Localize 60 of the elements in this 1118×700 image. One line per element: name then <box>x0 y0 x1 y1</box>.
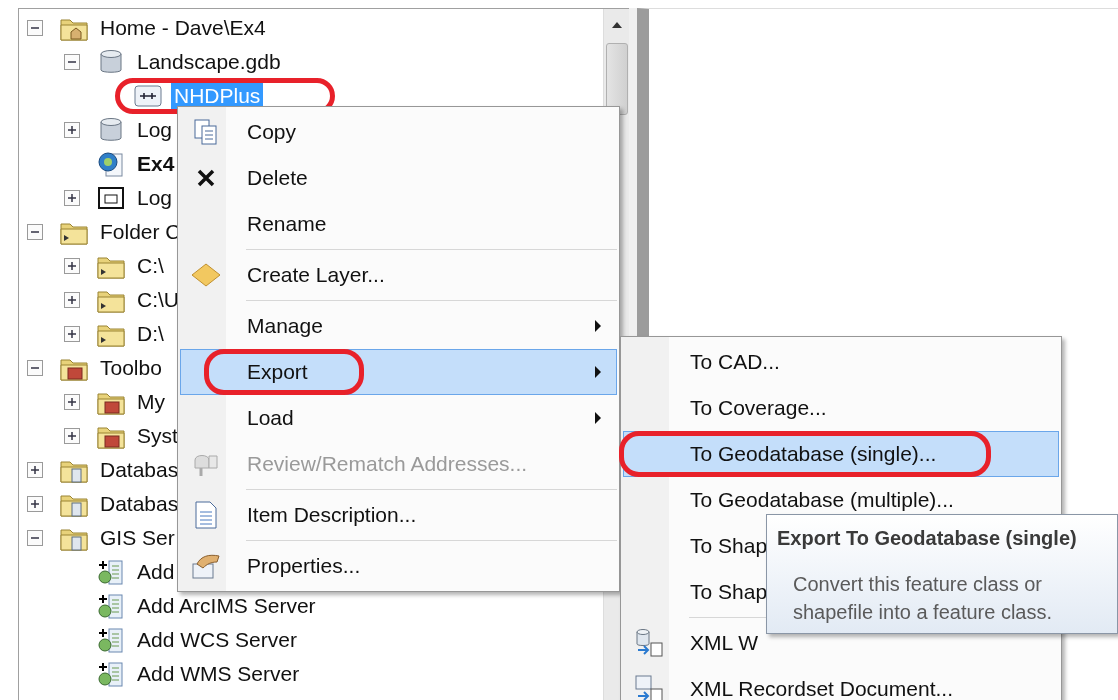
collapse-icon[interactable] <box>27 20 43 36</box>
collapse-icon[interactable] <box>27 530 43 546</box>
window-icon <box>96 184 126 212</box>
menu-item[interactable]: Copy <box>180 109 617 155</box>
menu-item[interactable]: Create Layer... <box>180 252 617 298</box>
tree-item[interactable]: Add ArcIMS Server <box>134 593 319 619</box>
add-server-icon <box>96 660 126 688</box>
tree-item[interactable]: Add <box>134 559 178 585</box>
menu-item[interactable]: To CAD... <box>623 339 1059 385</box>
collapse-icon[interactable] <box>64 54 80 70</box>
copy-icon <box>193 118 219 146</box>
add-server-icon <box>96 592 126 620</box>
diamond-icon <box>191 263 221 287</box>
menu-item[interactable]: Delete <box>180 155 617 201</box>
tree-item[interactable]: Toolbo <box>97 355 165 381</box>
hand-document-icon <box>191 552 221 580</box>
menu-item[interactable]: Properties... <box>180 543 617 589</box>
expand-icon[interactable] <box>64 428 80 444</box>
expand-icon[interactable] <box>27 462 43 478</box>
tree-item[interactable]: D:\ <box>134 321 167 347</box>
expand-icon[interactable] <box>64 394 80 410</box>
tree-item[interactable]: Databas <box>97 491 182 517</box>
tree-item[interactable]: C:\ <box>134 253 167 279</box>
expand-icon[interactable] <box>27 496 43 512</box>
expand-icon[interactable] <box>64 326 80 342</box>
tree-item[interactable]: Log <box>134 117 176 143</box>
tree-item[interactable]: Databas <box>97 457 182 483</box>
delete-icon <box>195 167 217 189</box>
add-server-icon <box>96 626 126 654</box>
tree-item[interactable]: Log <box>134 185 176 211</box>
tree-item[interactable]: GIS Ser <box>97 525 178 551</box>
add-server-icon <box>96 558 126 586</box>
tree-item[interactable]: Home - Dave\Ex4 <box>97 15 269 41</box>
tooltip-title: Export To Geodatabase (single) <box>777 527 1078 550</box>
menu-item[interactable]: Manage <box>180 303 617 349</box>
document-icon <box>194 500 218 530</box>
scrollbar-thumb[interactable] <box>605 43 628 115</box>
tooltip-text: Convert this feature class or shapefile into a feature class. <box>793 572 1054 625</box>
menu-item[interactable]: Export <box>180 349 617 395</box>
line-feature-icon <box>133 82 163 110</box>
tree-item[interactable]: Landscape.gdb <box>134 49 284 75</box>
tree-item[interactable]: Syst <box>134 423 181 449</box>
menu-item[interactable]: Load <box>180 395 617 441</box>
menu-item[interactable]: Item Description... <box>180 492 617 538</box>
menu-item[interactable]: To Coverage... <box>623 385 1059 431</box>
scroll-up-icon[interactable] <box>610 21 623 29</box>
tree-item[interactable]: Add WCS Server <box>134 627 300 653</box>
expand-icon[interactable] <box>64 258 80 274</box>
collapse-icon[interactable] <box>27 360 43 376</box>
expand-icon[interactable] <box>64 190 80 206</box>
menu-item[interactable]: XML Recordset Document... <box>623 666 1059 700</box>
expand-icon[interactable] <box>64 122 80 138</box>
expand-icon[interactable] <box>64 292 80 308</box>
tree-item[interactable]: My <box>134 389 168 415</box>
globe-magnifier-icon <box>96 150 126 178</box>
database-export-icon <box>634 628 664 658</box>
tree-item[interactable]: Add WMS Server <box>134 661 303 687</box>
tree-item[interactable]: Ex4 <box>134 151 178 177</box>
collapse-icon[interactable] <box>27 224 43 240</box>
menu-item[interactable]: Rename <box>180 201 617 247</box>
